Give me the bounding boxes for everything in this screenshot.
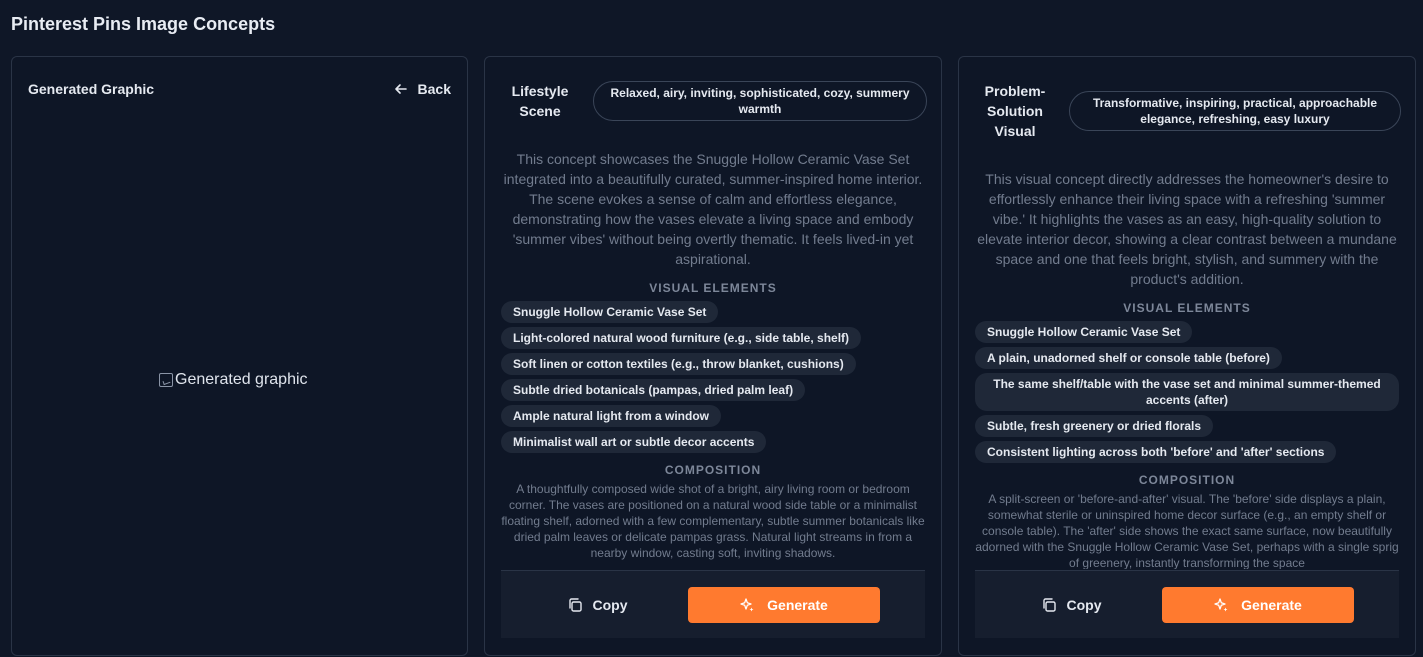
back-button[interactable]: Back: [394, 81, 451, 97]
visual-element-tag: Subtle dried botanicals (pampas, dried p…: [501, 379, 806, 401]
copy-button-label: Copy: [1066, 596, 1102, 613]
graphic-panel-title: Generated Graphic: [28, 81, 155, 97]
generated-graphic-image: Generated graphic: [159, 371, 308, 389]
generated-graphic-alt-text: Generated graphic: [175, 371, 308, 388]
concept-header: Lifestyle Scene Relaxed, airy, inviting,…: [499, 81, 927, 121]
visual-element-tag: Consistent lighting across both 'before'…: [975, 441, 1337, 463]
back-button-label: Back: [417, 81, 451, 97]
concept-content-scroll[interactable]: This visual concept directly addresses t…: [975, 169, 1399, 569]
copy-button[interactable]: Copy: [1041, 597, 1102, 613]
sparkles-icon: [740, 597, 754, 611]
generate-button[interactable]: Generate: [687, 586, 880, 623]
sparkles-icon: [1214, 597, 1228, 611]
copy-button-label: Copy: [592, 596, 628, 613]
concept-description: This visual concept directly addresses t…: [977, 171, 1397, 287]
visual-elements-list: Snuggle Hollow Ceramic Vase Set Light-co…: [501, 301, 925, 453]
visual-element-tag: Minimalist wall art or subtle decor acce…: [501, 431, 767, 453]
visual-elements-heading: VISUAL ELEMENTS: [1123, 301, 1251, 315]
broken-image-icon: [159, 373, 173, 387]
generate-button[interactable]: Generate: [1161, 586, 1354, 623]
mood-pill: Transformative, inspiring, practical, ap…: [1069, 91, 1401, 131]
concept-card-problem-solution: Problem-Solution Visual Transformative, …: [958, 56, 1416, 656]
visual-element-tag: Snuggle Hollow Ceramic Vase Set: [975, 321, 1193, 343]
visual-element-tag: Subtle, fresh greenery or dried florals: [975, 415, 1214, 437]
concept-action-bar: Copy Generate: [501, 570, 925, 638]
arrow-left-icon: [394, 84, 407, 94]
copy-button[interactable]: Copy: [567, 597, 628, 613]
visual-element-tag: Snuggle Hollow Ceramic Vase Set: [501, 301, 719, 323]
concept-header: Problem-Solution Visual Transformative, …: [973, 81, 1401, 141]
generated-graphic-panel: Generated Graphic Back Generated graphic: [11, 56, 468, 656]
visual-element-tag: Ample natural light from a window: [501, 405, 722, 427]
visual-elements-list: Snuggle Hollow Ceramic Vase Set A plain,…: [975, 321, 1399, 463]
generate-button-label: Generate: [767, 596, 828, 613]
concept-card-lifestyle-scene: Lifestyle Scene Relaxed, airy, inviting,…: [484, 56, 942, 656]
composition-heading: COMPOSITION: [1138, 473, 1236, 487]
visual-elements-heading: VISUAL ELEMENTS: [649, 281, 777, 295]
visual-element-tag: Soft linen or cotton textiles (e.g., thr…: [501, 353, 856, 375]
mood-pill: Relaxed, airy, inviting, sophisticated, …: [593, 81, 927, 121]
page-title: Pinterest Pins Image Concepts: [11, 14, 276, 34]
composition-text: A split-screen or 'before-and-after' vis…: [975, 492, 1399, 569]
concept-action-bar: Copy Generate: [975, 570, 1399, 638]
copy-icon: [1042, 597, 1056, 612]
concept-description: This concept showcases the Snuggle Hollo…: [503, 151, 923, 267]
visual-element-tag: The same shelf/table with the vase set a…: [975, 373, 1399, 411]
copy-icon: [568, 597, 582, 612]
concept-type-label: Lifestyle Scene: [511, 83, 569, 119]
generate-button-label: Generate: [1241, 596, 1302, 613]
composition-text: A thoughtfully composed wide shot of a b…: [501, 482, 925, 560]
visual-element-tag: A plain, unadorned shelf or console tabl…: [975, 347, 1282, 369]
concept-content-scroll[interactable]: This concept showcases the Snuggle Hollo…: [501, 149, 925, 569]
visual-element-tag: Light-colored natural wood furniture (e.…: [501, 327, 862, 349]
concept-type-label: Problem-Solution Visual: [984, 83, 1046, 139]
composition-heading: COMPOSITION: [664, 463, 762, 477]
graphic-panel-header: Generated Graphic Back: [28, 81, 451, 97]
